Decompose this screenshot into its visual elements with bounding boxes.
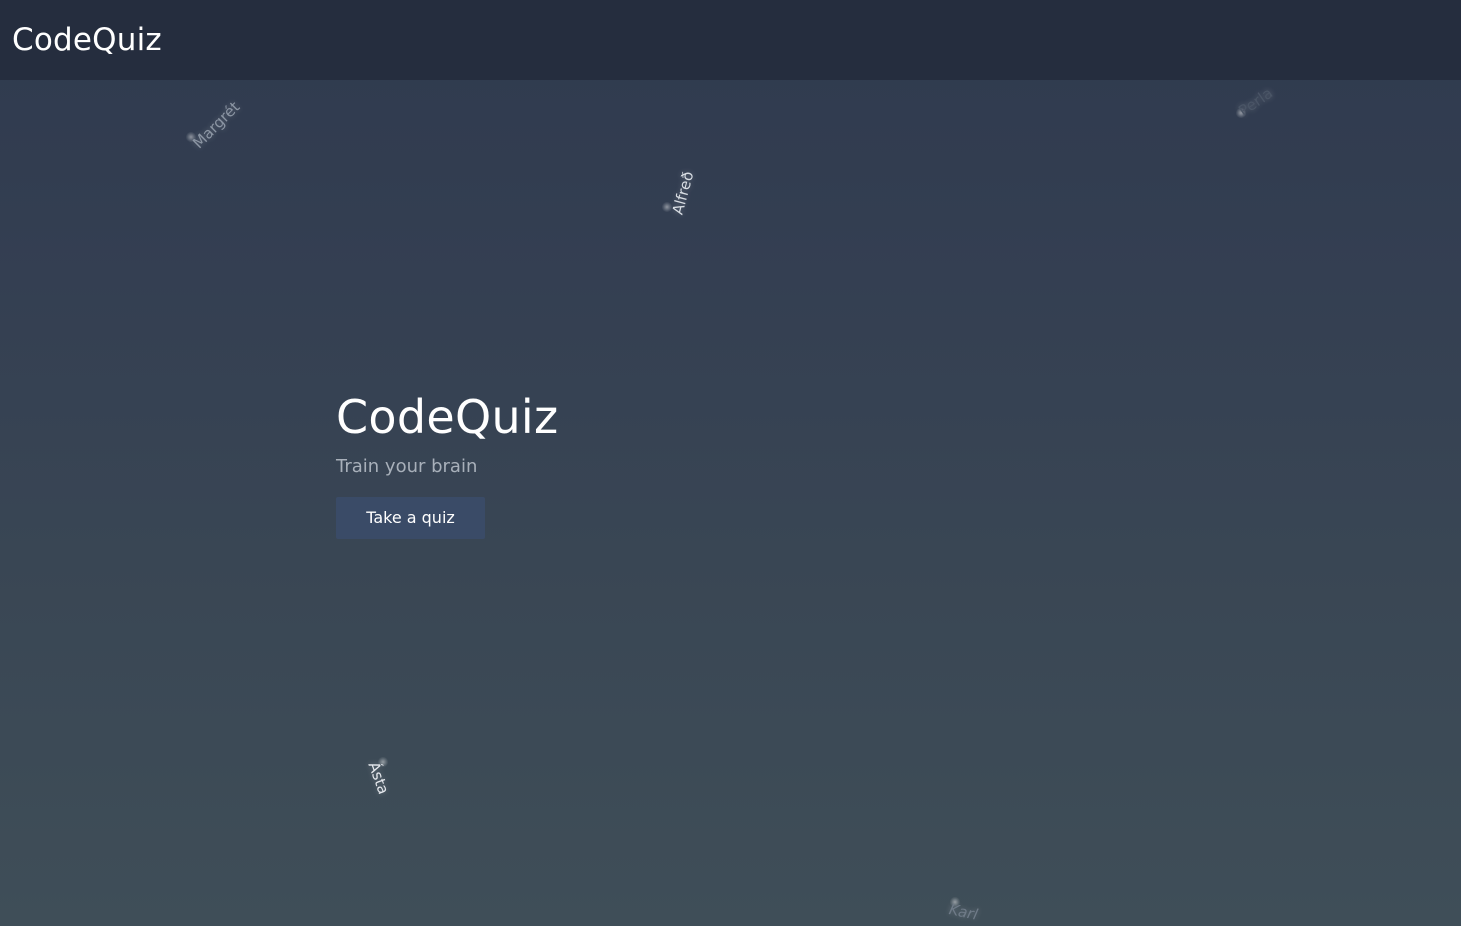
top-navbar: CodeQuiz <box>0 0 1461 80</box>
floating-name-margret: Margrét <box>189 97 244 153</box>
take-quiz-button[interactable]: Take a quiz <box>336 497 485 539</box>
floating-name-karl: Karl <box>947 900 980 924</box>
floating-name-asta: Ásta <box>364 759 393 797</box>
hero-subtitle: Train your brain <box>336 456 478 477</box>
floating-name-alfred: Alfreð <box>668 169 698 217</box>
floating-name-perla: Perla <box>1235 83 1277 121</box>
brand-logo-link[interactable]: CodeQuiz <box>12 20 162 60</box>
hero-title: CodeQuiz <box>336 390 559 444</box>
hero-section: CodeQuiz Train your brain Take a quiz <box>336 385 936 539</box>
